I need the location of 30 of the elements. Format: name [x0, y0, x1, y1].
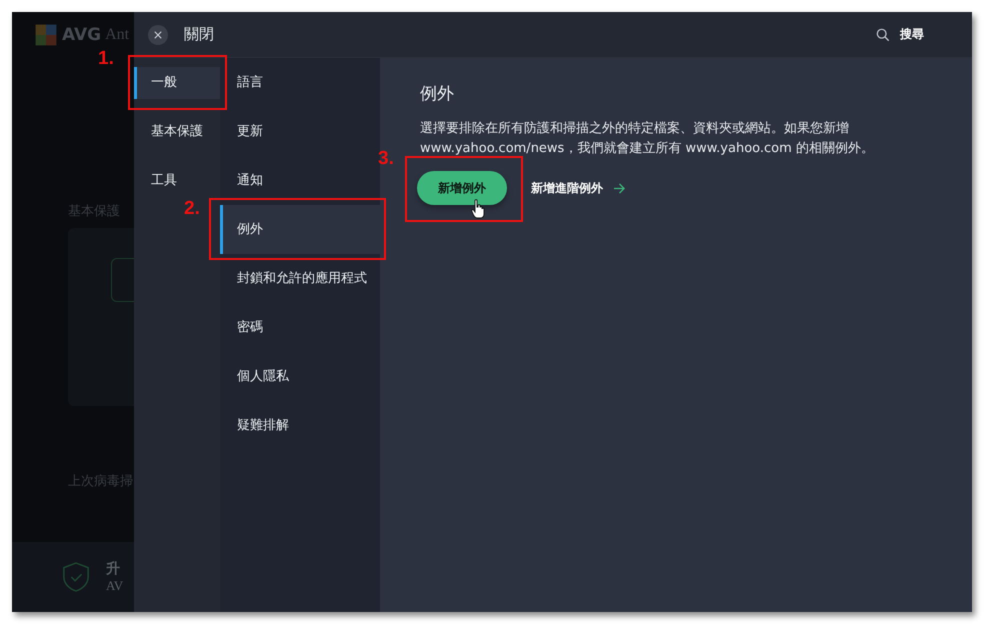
close-button[interactable]: [148, 24, 168, 44]
search-button[interactable]: 搜尋: [876, 26, 924, 43]
subcategory-item[interactable]: 封鎖和允許的應用程式: [220, 254, 380, 303]
subcategory-item[interactable]: 疑難排解: [220, 401, 380, 450]
description-text: 選擇要排除在所有防護和掃描之外的特定檔案、資料夾或網站。如果您新增 www.yahoo.com/news，我們就會建立所有 www.yahoo.com 的相關例外。: [420, 120, 875, 158]
close-label: 關閉: [184, 25, 214, 44]
logo-icon: [34, 22, 58, 46]
hand-cursor-icon: [471, 199, 485, 219]
subcategory-item[interactable]: 通知: [220, 156, 380, 205]
section-heading: 例外: [420, 83, 455, 105]
upgrade-title: 升: [106, 560, 121, 578]
step-number: 1.: [98, 48, 114, 70]
close-icon: [154, 30, 162, 38]
category-item[interactable]: 基本保護: [134, 116, 220, 148]
category-item[interactable]: 一般: [134, 67, 220, 99]
shield-icon: [62, 561, 90, 593]
logo-text: AVG: [62, 24, 102, 44]
subcategory-item[interactable]: 更新: [220, 107, 380, 156]
step-number: 3.: [378, 148, 394, 170]
upgrade-subtitle: AV: [106, 578, 124, 594]
search-icon: [876, 28, 890, 42]
arrow-icon: [613, 182, 626, 194]
subcategory-item[interactable]: 密碼: [220, 303, 380, 352]
subcategory-item[interactable]: 語言: [220, 58, 380, 107]
subcategory-item[interactable]: 例外: [220, 205, 380, 254]
step-number: 2.: [184, 198, 200, 220]
advanced-exception-link[interactable]: 新增進階例外: [531, 180, 626, 196]
add-exception-button[interactable]: 新增例外: [417, 171, 507, 205]
category-item[interactable]: 工具: [134, 165, 220, 197]
subcategory-item[interactable]: 個人隱私: [220, 352, 380, 401]
